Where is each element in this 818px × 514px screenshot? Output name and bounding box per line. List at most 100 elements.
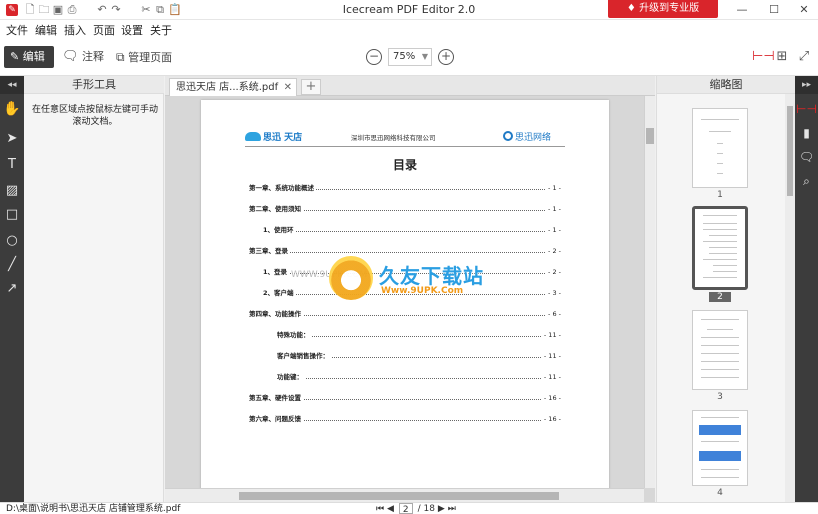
toc-entry[interactable]: 第五章、硬件设置 - 16 - bbox=[249, 392, 561, 404]
toc-entry-label: 第六章、问题反馈 bbox=[249, 413, 303, 425]
zoom-select[interactable]: 75% ▼ bbox=[388, 48, 432, 66]
document-area[interactable]: 思迅天店 店...系统.pdf ✕ + 思迅 天店 深圳市思迅网络科技有限公司 … bbox=[165, 76, 655, 502]
copy-icon[interactable]: ⧉ bbox=[154, 4, 166, 16]
thumbnail-scroll-thumb[interactable] bbox=[787, 106, 793, 196]
search-icon[interactable]: ⌕ bbox=[795, 170, 818, 192]
image-tool-icon[interactable]: ▨ bbox=[0, 180, 24, 202]
toc-entry-page: - 2 - bbox=[546, 266, 561, 278]
manage-pages-label: 管理页面 bbox=[128, 51, 173, 64]
menu-about[interactable]: 关于 bbox=[150, 22, 172, 38]
line-tool-icon[interactable]: ╱ bbox=[0, 254, 24, 276]
thumbnail-page-1[interactable] bbox=[692, 108, 748, 188]
first-page-icon[interactable]: ⏮ bbox=[376, 503, 384, 514]
pencil-icon: ✎ bbox=[10, 50, 23, 63]
manage-pages-button[interactable]: ⧉ 管理页面 bbox=[116, 46, 172, 68]
zoom-in-button[interactable]: + bbox=[438, 49, 454, 65]
upgrade-label: 升级到专业版 bbox=[639, 3, 700, 14]
horizontal-scrollbar[interactable] bbox=[165, 488, 644, 502]
tool-panel-description: 在任意区域点按鼠标左键可手动滚动文档。 bbox=[31, 105, 158, 127]
cut-icon[interactable]: ✂ bbox=[140, 4, 152, 16]
pdf-page[interactable]: 思迅 天店 深圳市思迅网络科技有限公司 思迅网络 目录 第一章、系统功能概述 - … bbox=[201, 100, 609, 490]
new-document-icon[interactable]: 🗋 bbox=[24, 4, 36, 16]
hand-tool-icon[interactable]: ✋ bbox=[0, 98, 24, 120]
grid-view-icon[interactable]: ⊞ bbox=[774, 49, 790, 65]
tab-close-icon[interactable]: ✕ bbox=[284, 79, 292, 96]
toc-entry[interactable]: 第六章、问题反馈 - 16 - bbox=[249, 413, 561, 425]
comment-icon: 🗨 bbox=[62, 49, 79, 64]
toc-entry[interactable]: 功能键： - 11 - bbox=[277, 371, 561, 383]
tab-bar: 思迅天店 店...系统.pdf ✕ + bbox=[165, 76, 655, 96]
save-icon[interactable]: ▣ bbox=[52, 4, 64, 16]
thumbnail-page-2[interactable] bbox=[692, 206, 748, 290]
menu-edit[interactable]: 编辑 bbox=[35, 22, 57, 38]
toc-entry-page: - 3 - bbox=[546, 287, 561, 299]
menu-insert[interactable]: 插入 bbox=[64, 22, 86, 38]
toc-entry[interactable]: 第一章、系统功能概述 - 1 - bbox=[249, 182, 561, 194]
menu-page[interactable]: 页面 bbox=[93, 22, 115, 38]
page-number-input[interactable]: 2 bbox=[398, 503, 413, 514]
comments-icon[interactable]: 🗨 bbox=[795, 146, 818, 168]
toolbar: ✎ 编辑 🗨 注释 ⧉ 管理页面 − 75% ▼ + ⊢⊣ ⊞ ⤢ bbox=[0, 38, 818, 76]
toc-entry-page: - 1 - bbox=[546, 224, 561, 236]
toc-entry-label: 第五章、硬件设置 bbox=[249, 392, 303, 404]
horizontal-scroll-thumb[interactable] bbox=[239, 492, 559, 500]
toc-entry[interactable]: 第三章、登录 - 2 - bbox=[249, 245, 561, 257]
fit-width-icon[interactable]: ⊢⊣ bbox=[752, 49, 775, 65]
page-logo-left: 思迅 天店 bbox=[245, 130, 302, 143]
gem-icon: ♦ bbox=[626, 3, 640, 14]
redo-icon[interactable]: ↷ bbox=[110, 4, 122, 16]
text-tool-icon[interactable]: T bbox=[0, 154, 24, 176]
ellipse-tool-icon[interactable]: ○ bbox=[0, 230, 24, 252]
toc-entry-label: 客户端销售操作： bbox=[277, 350, 331, 362]
menu-file[interactable]: 文件 bbox=[6, 22, 28, 38]
document-tab[interactable]: 思迅天店 店...系统.pdf ✕ bbox=[169, 78, 297, 96]
thumbnails-icon[interactable]: ⊢⊣ bbox=[795, 98, 818, 120]
zoom-out-button[interactable]: − bbox=[366, 49, 382, 65]
minimize-icon[interactable]: — bbox=[734, 2, 750, 18]
toc-entry[interactable]: 第二章、使用须知 - 1 - bbox=[249, 203, 561, 215]
open-folder-icon[interactable]: 🗀 bbox=[38, 4, 50, 16]
collapse-left-icon[interactable]: ◂◂ bbox=[0, 76, 24, 94]
add-tab-button[interactable]: + bbox=[301, 79, 321, 95]
upgrade-button[interactable]: ♦ 升级到专业版 bbox=[608, 0, 718, 18]
toc-entry[interactable]: 客户端销售操作： - 11 - bbox=[277, 350, 561, 362]
last-page-icon[interactable]: ⏭ bbox=[448, 503, 456, 514]
next-page-icon[interactable]: ▶ bbox=[438, 503, 445, 514]
rectangle-tool-icon[interactable]: □ bbox=[0, 204, 24, 226]
undo-icon[interactable]: ↶ bbox=[96, 4, 108, 16]
menu-settings[interactable]: 设置 bbox=[121, 22, 143, 38]
fullscreen-icon[interactable]: ⤢ bbox=[796, 49, 812, 65]
toc-entry[interactable]: 第四章、功能操作 - 6 - bbox=[249, 308, 561, 320]
print-icon[interactable]: ⎙ bbox=[66, 4, 78, 16]
page-logo-right: 思迅网络 bbox=[503, 130, 551, 143]
close-icon[interactable]: ✕ bbox=[796, 2, 812, 18]
toc-entry[interactable]: 特殊功能： - 11 - bbox=[277, 329, 561, 341]
arrow-tool-icon[interactable]: ↗ bbox=[0, 278, 24, 300]
pages-icon: ⧉ bbox=[116, 50, 125, 64]
toc-entry-label: 2、客户端 bbox=[263, 287, 296, 299]
vertical-scrollbar[interactable] bbox=[644, 96, 655, 488]
thumbnail-page-4[interactable] bbox=[692, 410, 748, 486]
annotate-mode-button[interactable]: 🗨 注释 bbox=[62, 46, 104, 68]
bookmark-icon[interactable]: ▮ bbox=[795, 122, 818, 144]
status-bar: D:\桌面\说明书\思迅天店 店铺管理系统.pdf ⏮ ◀ 2 / 18 ▶ ⏭ bbox=[0, 502, 818, 514]
collapse-right-icon[interactable]: ▸▸ bbox=[795, 76, 818, 94]
previous-page-icon[interactable]: ◀ bbox=[387, 503, 394, 514]
toc-entry-page: - 11 - bbox=[541, 329, 561, 341]
thumbnail-scrollbar[interactable] bbox=[785, 94, 795, 502]
title-bar: ✎ 🗋 🗀 ▣ ⎙ ↶ ↷ ✂ ⧉ 📋 Icecream PDF Editor … bbox=[0, 0, 818, 20]
maximize-icon[interactable]: ☐ bbox=[766, 2, 782, 18]
select-arrow-icon[interactable]: ➤ bbox=[0, 128, 24, 150]
thumbnail-label-2: 2 bbox=[709, 292, 731, 302]
chevron-down-icon: ▼ bbox=[421, 52, 428, 61]
right-tool-strip: ▸▸ ⊢⊣ ▮ 🗨 ⌕ bbox=[795, 76, 818, 502]
vertical-scroll-thumb[interactable] bbox=[646, 128, 654, 144]
watermark-text: 久友下载站 bbox=[379, 264, 484, 288]
page-company-name: 深圳市思迅网络科技有限公司 bbox=[351, 134, 436, 142]
toc-entry-label: 功能键： bbox=[277, 371, 305, 383]
paste-icon[interactable]: 📋 bbox=[168, 4, 182, 16]
toc-entry[interactable]: 1、使用环 - 1 - bbox=[263, 224, 561, 236]
thumbnail-page-3[interactable] bbox=[692, 310, 748, 390]
document-tab-label: 思迅天店 店...系统.pdf bbox=[176, 82, 279, 93]
edit-mode-button[interactable]: ✎ 编辑 bbox=[4, 46, 54, 68]
